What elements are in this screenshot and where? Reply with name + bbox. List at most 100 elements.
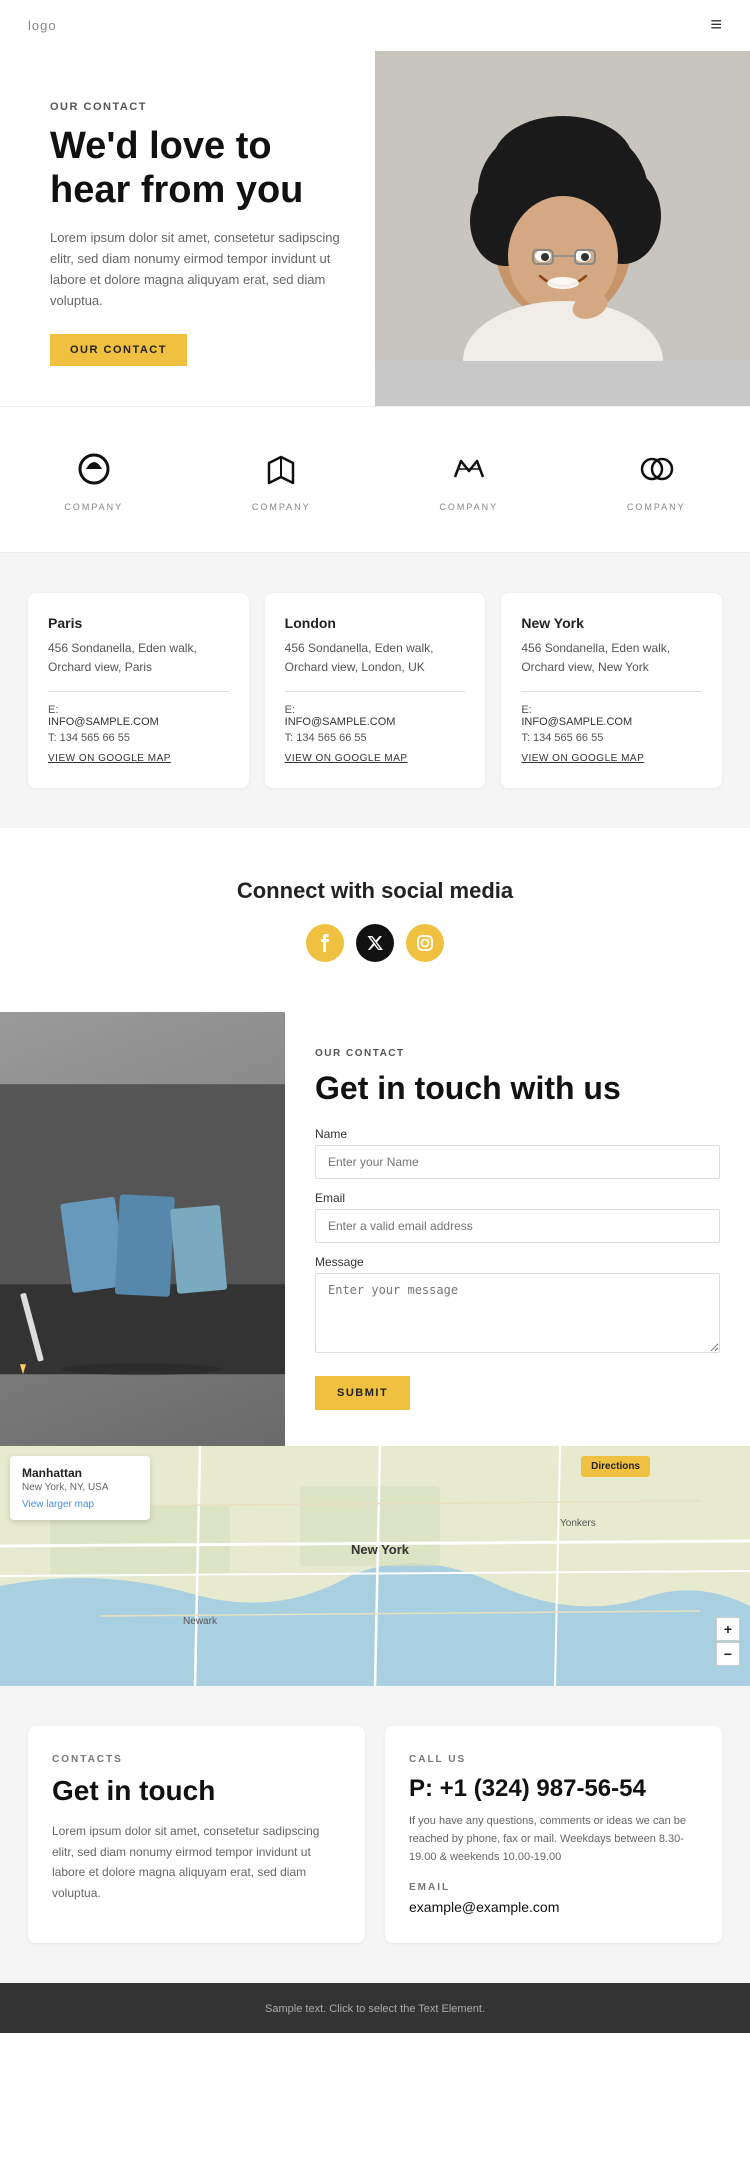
office-address-newyork: 456 Sondanella, Eden walk, Orchard view,… [521, 639, 702, 677]
message-field-group: Message [315, 1255, 720, 1358]
office-email-newyork: E: INFO@SAMPLE.COM [521, 704, 702, 728]
svg-text:Newark: Newark [183, 1616, 218, 1627]
company-logo-1 [72, 447, 116, 496]
header: logo ≡ [0, 0, 750, 51]
logo-item-2: COMPANY [188, 437, 376, 522]
map-info-panel: Manhattan New York, NY, USA View larger … [10, 1456, 150, 1520]
name-label: Name [315, 1127, 720, 1141]
message-input[interactable] [315, 1273, 720, 1353]
company-logo-4 [634, 447, 678, 496]
form-title: Get in touch with us [315, 1069, 720, 1107]
logos-section: COMPANY COMPANY COMPANY COMPANY [0, 406, 750, 553]
offices-section: Paris 456 Sondanella, Eden walk, Orchard… [0, 553, 750, 828]
message-label: Message [315, 1255, 720, 1269]
hero-image [375, 51, 750, 406]
map-section: New York Newark Yonkers Manhattan New Yo… [0, 1446, 750, 1686]
office-email-london: E: INFO@SAMPLE.COM [285, 704, 466, 728]
company-name-2: COMPANY [252, 502, 311, 512]
map-zoom-in[interactable]: + [716, 1617, 740, 1641]
hamburger-menu-icon[interactable]: ≡ [710, 14, 722, 37]
name-field-group: Name [315, 1127, 720, 1179]
logo-item-3: COMPANY [375, 437, 563, 522]
map-panel-city: Manhattan [22, 1466, 138, 1480]
footer: Sample text. Click to select the Text El… [0, 1983, 750, 2033]
instagram-icon[interactable] [406, 924, 444, 962]
office-phone-london: T: 134 565 66 55 [285, 732, 466, 744]
map-zoom-out[interactable]: − [716, 1642, 740, 1666]
office-divider-london [285, 691, 466, 692]
office-card-newyork: New York 456 Sondanella, Eden walk, Orch… [501, 593, 722, 788]
social-title: Connect with social media [28, 878, 722, 904]
hero-description: Lorem ipsum dolor sit amet, consetetur s… [50, 228, 347, 311]
contacts-description: Lorem ipsum dolor sit amet, consetetur s… [52, 1821, 341, 1903]
bottom-contact-card: CONTACTS Get in touch Lorem ipsum dolor … [28, 1726, 365, 1943]
email-input[interactable] [315, 1209, 720, 1243]
company-logo-2 [259, 447, 303, 496]
submit-button[interactable]: SUBMIT [315, 1376, 410, 1410]
company-name-1: COMPANY [64, 502, 123, 512]
x-twitter-icon[interactable] [356, 924, 394, 962]
hero-title: We'd love to hear from you [50, 125, 347, 212]
footer-text: Sample text. Click to select the Text El… [265, 2003, 485, 2015]
office-city-newyork: New York [521, 615, 702, 631]
facebook-icon[interactable] [306, 924, 344, 962]
map-directions-button[interactable]: Directions [581, 1456, 650, 1477]
callus-eyebrow: CALL US [409, 1754, 698, 1765]
office-address-paris: 456 Sondanella, Eden walk, Orchard view,… [48, 639, 229, 677]
email-value-london: INFO@SAMPLE.COM [285, 716, 396, 728]
phone-number: P: +1 (324) 987-56-54 [409, 1775, 698, 1803]
hero-photo [375, 51, 750, 361]
call-us-card: CALL US P: +1 (324) 987-56-54 If you hav… [385, 1726, 722, 1943]
map-panel-address: New York, NY, USA [22, 1482, 138, 1493]
office-city-london: London [285, 615, 466, 631]
office-map-link-paris[interactable]: VIEW ON GOOGLE MAP [48, 753, 171, 764]
contact-form-content: OUR CONTACT Get in touch with us Name Em… [285, 1012, 750, 1446]
logo-item-1: COMPANY [0, 437, 188, 522]
office-address-london: 456 Sondanella, Eden walk, Orchard view,… [285, 639, 466, 677]
office-divider-paris [48, 691, 229, 692]
hero-eyebrow: OUR CONTACT [50, 101, 347, 113]
svg-text:Yonkers: Yonkers [560, 1518, 596, 1529]
email-value-newyork: INFO@SAMPLE.COM [521, 716, 632, 728]
form-photo [0, 1012, 285, 1446]
email-value-paris: INFO@SAMPLE.COM [48, 716, 159, 728]
company-name-4: COMPANY [627, 502, 686, 512]
office-divider-newyork [521, 691, 702, 692]
logo-item-4: COMPANY [563, 437, 750, 522]
office-email-paris: E: INFO@SAMPLE.COM [48, 704, 229, 728]
hero-section: OUR CONTACT We'd love to hear from you L… [0, 51, 750, 406]
map-zoom-controls: + − [716, 1617, 740, 1666]
map-placeholder: New York Newark Yonkers Manhattan New Yo… [0, 1446, 750, 1686]
email-label: E: [285, 704, 295, 716]
office-city-paris: Paris [48, 615, 229, 631]
social-section: Connect with social media [0, 828, 750, 1012]
email-field-group: Email [315, 1191, 720, 1243]
company-logo-3 [447, 447, 491, 496]
email-address: example@example.com [409, 1899, 698, 1915]
bottom-contact-section: CONTACTS Get in touch Lorem ipsum dolor … [0, 1686, 750, 1983]
contacts-eyebrow: CONTACTS [52, 1754, 341, 1765]
email-section-label: EMAIL [409, 1882, 698, 1893]
contact-form-image [0, 1012, 285, 1446]
office-map-link-london[interactable]: VIEW ON GOOGLE MAP [285, 753, 408, 764]
logo: logo [28, 18, 57, 33]
form-eyebrow: OUR CONTACT [315, 1048, 720, 1059]
email-label: E: [48, 704, 58, 716]
call-description: If you have any questions, comments or i… [409, 1813, 698, 1866]
office-phone-paris: T: 134 565 66 55 [48, 732, 229, 744]
office-card-paris: Paris 456 Sondanella, Eden walk, Orchard… [28, 593, 249, 788]
contacts-title: Get in touch [52, 1775, 341, 1807]
hero-cta-button[interactable]: OUR CONTACT [50, 334, 187, 366]
name-input[interactable] [315, 1145, 720, 1179]
contact-form-section: OUR CONTACT Get in touch with us Name Em… [0, 1012, 750, 1446]
social-icons-group [28, 924, 722, 962]
email-label: Email [315, 1191, 720, 1205]
map-view-larger[interactable]: View larger map [22, 1499, 94, 1510]
office-card-london: London 456 Sondanella, Eden walk, Orchar… [265, 593, 486, 788]
hero-content: OUR CONTACT We'd love to hear from you L… [0, 51, 375, 406]
svg-text:New York: New York [351, 1542, 410, 1557]
office-phone-newyork: T: 134 565 66 55 [521, 732, 702, 744]
office-map-link-newyork[interactable]: VIEW ON GOOGLE MAP [521, 753, 644, 764]
company-name-3: COMPANY [439, 502, 498, 512]
email-label: E: [521, 704, 531, 716]
